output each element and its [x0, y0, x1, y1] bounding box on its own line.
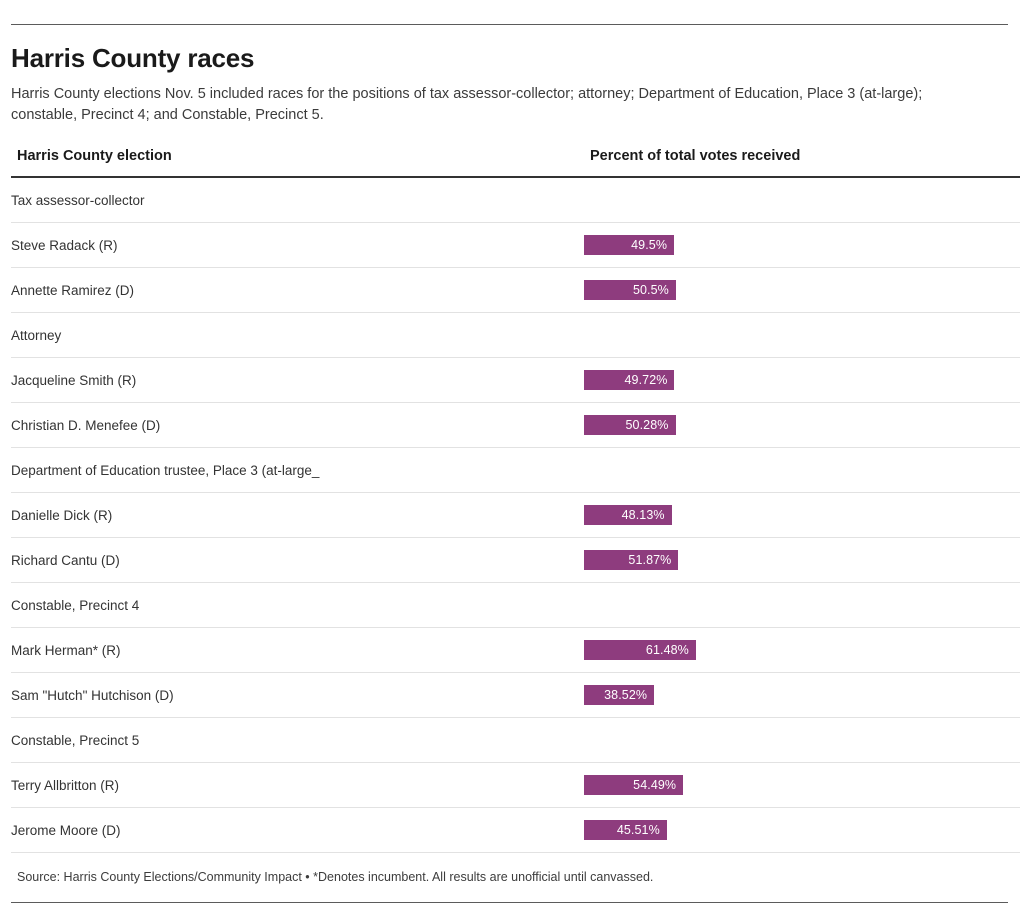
row-value-cell: 61.48% — [584, 627, 1020, 673]
row-label: Terry Allbritton (R) — [11, 762, 584, 808]
bar-value-label: 38.52% — [604, 688, 648, 702]
row-value-cell: 50.5% — [584, 267, 1020, 313]
row-value-cell: 54.49% — [584, 762, 1020, 808]
row-label: Tax assessor-collector — [11, 177, 584, 223]
bar-value-label: 50.28% — [625, 418, 669, 432]
bar-track: 54.49% — [584, 775, 1020, 795]
table-row: Steve Radack (R) 49.5% — [11, 222, 1020, 268]
row-value-cell: 49.72% — [584, 357, 1020, 403]
table-row: Annette Ramirez (D) 50.5% — [11, 267, 1020, 313]
value-bar: 50.5% — [584, 280, 676, 300]
value-bar: 49.5% — [584, 235, 675, 255]
row-label: Department of Education trustee, Place 3… — [11, 447, 584, 493]
row-value-cell — [584, 717, 1020, 763]
row-value-cell: 49.5% — [584, 222, 1020, 268]
table-row: Danielle Dick (R) 48.13% — [11, 492, 1020, 538]
bar-value-label: 50.5% — [632, 283, 669, 297]
bar-value-label: 61.48% — [645, 643, 689, 657]
row-label: Annette Ramirez (D) — [11, 267, 584, 313]
table-row-group: Department of Education trustee, Place 3… — [11, 447, 1020, 493]
row-value-cell — [584, 447, 1020, 493]
table-row: Christian D. Menefee (D) 50.28% — [11, 402, 1020, 448]
row-value-cell — [584, 582, 1020, 628]
row-value-cell: 48.13% — [584, 492, 1020, 538]
bar-track: 49.5% — [584, 235, 1020, 255]
row-label: Constable, Precinct 4 — [11, 582, 584, 628]
page-title: Harris County races — [11, 43, 255, 73]
bar-value-label: 51.87% — [628, 553, 672, 567]
bar-track: 61.48% — [584, 640, 1020, 660]
value-bar: 61.48% — [584, 640, 696, 660]
bar-value-label: 54.49% — [633, 778, 677, 792]
table-row-group: Attorney — [11, 312, 1020, 358]
chart-container: Harris County races Harris County electi… — [0, 0, 1020, 915]
bar-track: 51.87% — [584, 550, 1020, 570]
bar-value-label: 49.72% — [624, 373, 668, 387]
value-bar: 45.51% — [584, 820, 667, 840]
table-row: Sam "Hutch" Hutchison (D) 38.52% — [11, 672, 1020, 718]
value-bar: 50.28% — [584, 415, 676, 435]
bar-track: 45.51% — [584, 820, 1020, 840]
row-label: Danielle Dick (R) — [11, 492, 584, 538]
bar-value-label: 48.13% — [621, 508, 665, 522]
row-label: Attorney — [11, 312, 584, 358]
source-note: Source: Harris County Elections/Communit… — [17, 870, 654, 884]
bar-value-label: 45.51% — [616, 823, 660, 837]
table-row-group: Constable, Precinct 5 — [11, 717, 1020, 763]
bar-track: 50.5% — [584, 280, 1020, 300]
row-label: Sam "Hutch" Hutchison (D) — [11, 672, 584, 718]
results-table: Harris County election Percent of total … — [11, 148, 1020, 853]
bar-track: 50.28% — [584, 415, 1020, 435]
table-row: Richard Cantu (D) 51.87% — [11, 537, 1020, 583]
chart-content: Harris County races Harris County electi… — [0, 24, 1020, 903]
bar-track: 48.13% — [584, 505, 1020, 525]
row-value-cell: 51.87% — [584, 537, 1020, 583]
table-row: Terry Allbritton (R) 54.49% — [11, 762, 1020, 808]
row-label: Mark Herman* (R) — [11, 627, 584, 673]
bottom-divider — [11, 902, 1008, 903]
table-row: Jacqueline Smith (R) 49.72% — [11, 357, 1020, 403]
chart-subtitle: Harris County elections Nov. 5 included … — [11, 86, 923, 123]
table-row: Mark Herman* (R) 61.48% — [11, 627, 1020, 673]
row-value-cell: 45.51% — [584, 807, 1020, 853]
table-row-group: Constable, Precinct 4 — [11, 582, 1020, 628]
table-body: Tax assessor-collector Steve Radack (R) 49… — [11, 177, 1020, 853]
bar-value-label: 49.5% — [631, 238, 668, 252]
bar-track: 38.52% — [584, 685, 1020, 705]
value-bar: 48.13% — [584, 505, 672, 525]
row-value-cell — [584, 177, 1020, 223]
column-header-percent: Percent of total votes received — [584, 148, 1020, 178]
bar-track: 49.72% — [584, 370, 1020, 390]
row-value-cell: 38.52% — [584, 672, 1020, 718]
row-value-cell — [584, 312, 1020, 358]
value-bar: 54.49% — [584, 775, 684, 795]
row-value-cell: 50.28% — [584, 402, 1020, 448]
row-label: Jerome Moore (D) — [11, 807, 584, 853]
column-header-election: Harris County election — [11, 148, 584, 178]
row-label: Richard Cantu (D) — [11, 537, 584, 583]
table-head: Harris County election Percent of total … — [11, 148, 1020, 178]
row-label: Jacqueline Smith (R) — [11, 357, 584, 403]
table-header-row: Harris County election Percent of total … — [11, 148, 1020, 178]
row-label: Steve Radack (R) — [11, 222, 584, 268]
table-row: Jerome Moore (D) 45.51% — [11, 807, 1020, 853]
value-bar: 38.52% — [584, 685, 655, 705]
table-row-group: Tax assessor-collector — [11, 177, 1020, 223]
row-label: Constable, Precinct 5 — [11, 717, 584, 763]
value-bar: 49.72% — [584, 370, 675, 390]
row-label: Christian D. Menefee (D) — [11, 402, 584, 448]
value-bar: 51.87% — [584, 550, 679, 570]
